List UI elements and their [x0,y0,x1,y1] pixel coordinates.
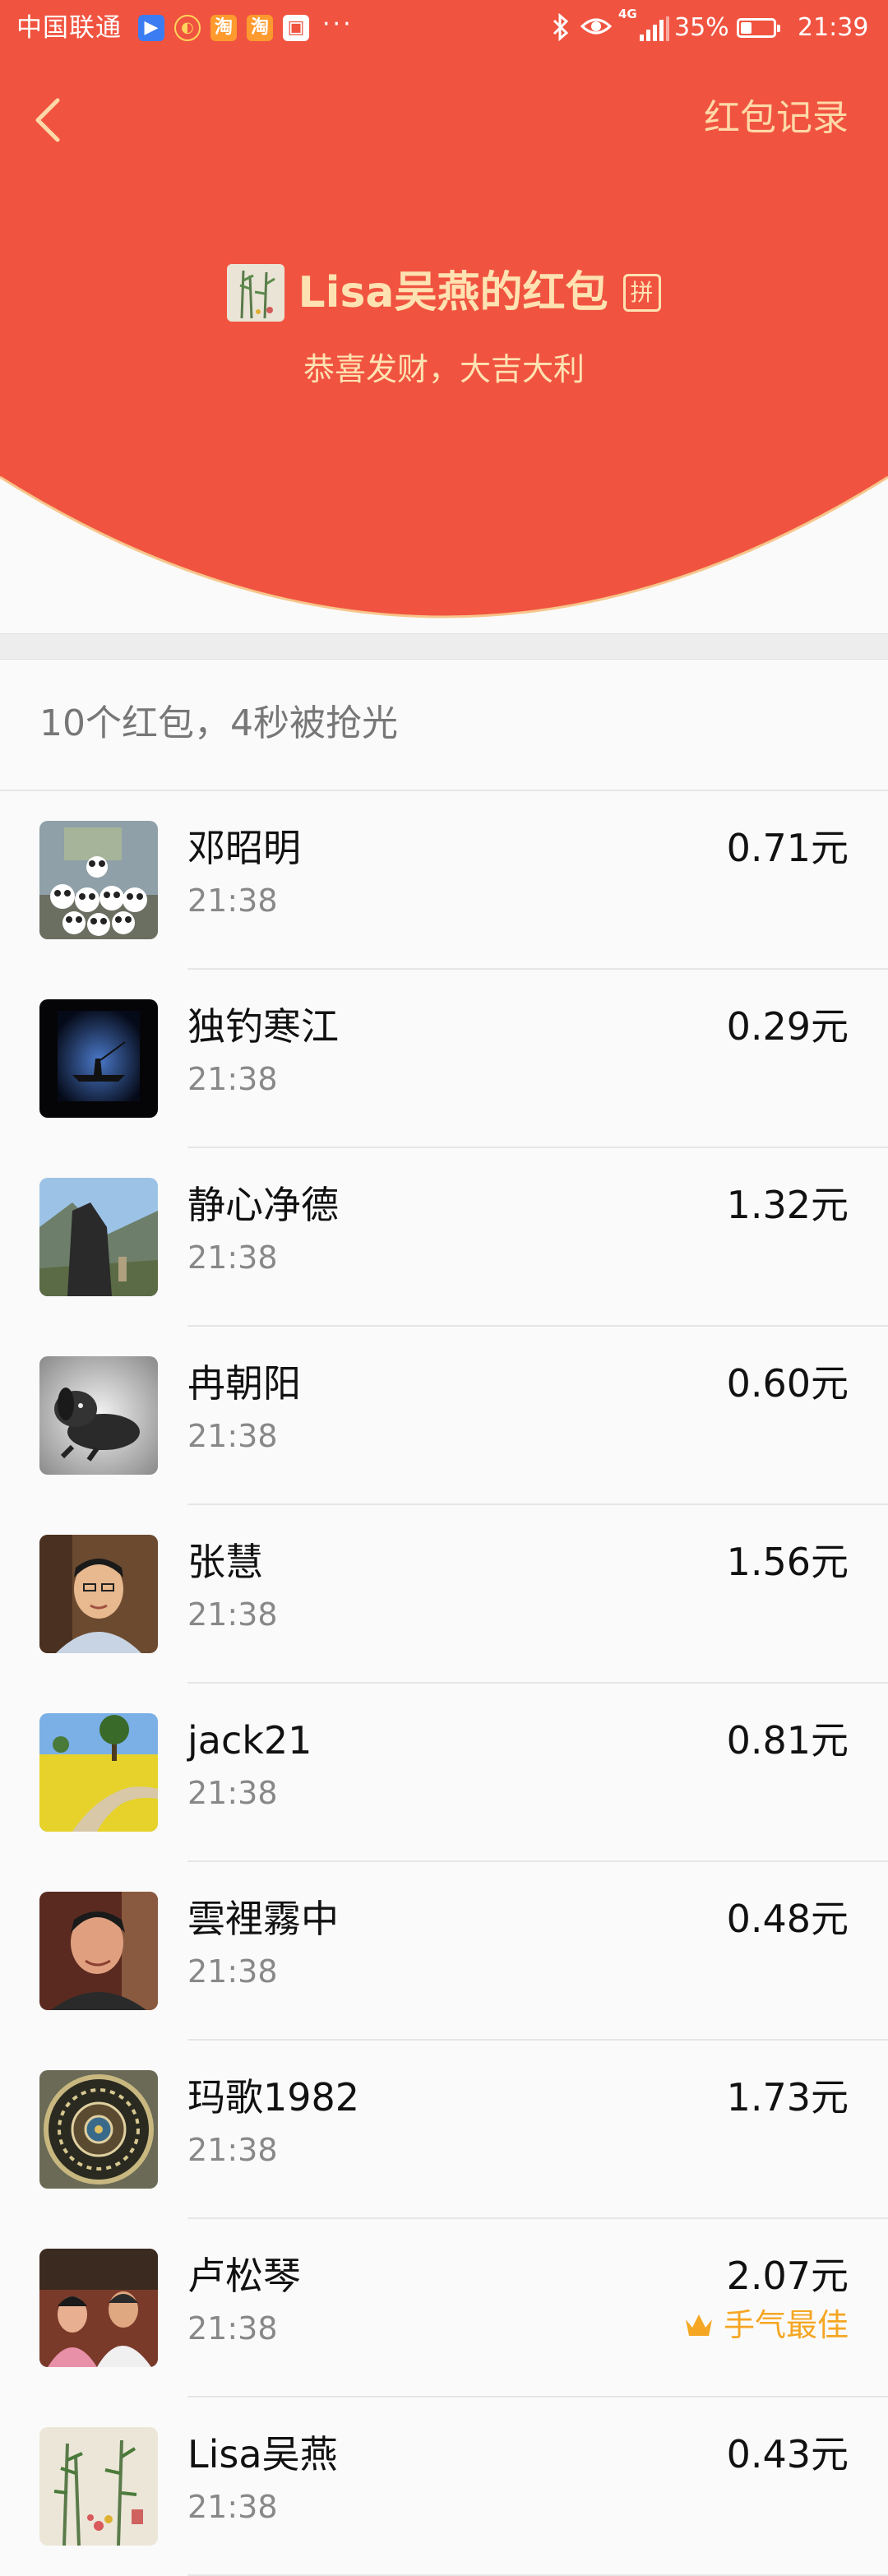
more-dots-icon: ··· [322,10,354,39]
list-item[interactable]: 雲裡霧中 21:38 0.48元 [0,1862,888,2041]
recipient-name: 独钓寒江 [187,1004,339,1049]
red-packet-records-link[interactable]: 红包记录 [704,95,849,141]
sender-avatar[interactable] [227,264,285,322]
receive-time: 21:38 [187,1239,278,1276]
avatar[interactable] [39,1356,158,1475]
list-item[interactable]: 独钓寒江 21:38 0.29元 [0,970,888,1148]
amount: 0.71元 [726,826,849,870]
list-item[interactable]: jack21 21:38 0.81元 [0,1684,888,1862]
amount: 0.60元 [726,1361,849,1406]
crown-icon [685,2314,712,2336]
avatar[interactable] [39,1713,158,1832]
eye-icon [580,18,612,35]
receive-time: 21:38 [187,883,278,919]
red-packet-header: 中国联通 ▶ ◐ 淘 淘 ▣ ··· 4G 35% 21:39 红包记录 Lis… [0,0,888,633]
receive-time: 21:38 [187,1953,278,1990]
amount: 0.43元 [726,2432,849,2476]
recipient-list: 邓昭明 21:38 0.71元 独钓寒江 21:38 0.29元 静心净德 21… [0,791,888,2576]
video-app-icon: ▶ [138,15,164,41]
list-item[interactable]: 静心净德 21:38 1.32元 [0,1148,888,1327]
taobao-app-icon: 淘 [247,15,273,41]
pin-badge: 拼 [622,274,661,312]
title-row: Lisa吴燕的红包 拼 [0,260,888,326]
list-item[interactable]: 邓昭明 21:38 0.71元 [0,791,888,970]
list-item[interactable]: Lisa吴燕 21:38 0.43元 [0,2398,888,2576]
recipient-name: 张慧 [187,1540,263,1584]
list-item[interactable]: 玛歌1982 21:38 1.73元 [0,2041,888,2219]
list-item[interactable]: 冉朝阳 21:38 0.60元 [0,1327,888,1505]
receive-time: 21:38 [187,1775,278,1811]
avatar[interactable] [39,1892,158,2010]
receive-time: 21:38 [187,1596,278,1633]
receive-time: 21:38 [187,2132,278,2168]
receive-time: 21:38 [187,1418,278,1454]
amount: 1.56元 [726,1540,849,1584]
amount: 1.73元 [726,2075,849,2120]
avatar[interactable] [39,2427,158,2546]
amount: 0.81元 [726,1718,849,1763]
network-type: 4G [618,7,637,21]
avatar[interactable] [39,2249,158,2367]
battery-icon [737,18,780,38]
avatar[interactable] [39,1178,158,1296]
recipient-name: 玛歌1982 [187,2075,360,2120]
amount: 0.48元 [726,1897,849,1941]
back-button[interactable] [23,86,72,151]
receive-time: 21:38 [187,2489,278,2525]
recipient-name: 卢松琴 [187,2254,301,2298]
summary-text: 10个红包，4秒被抢光 [39,702,398,744]
recipient-name: 冉朝阳 [187,1361,301,1406]
chat-app-icon: ◐ [174,15,201,41]
avatar[interactable] [39,999,158,1118]
best-luck-label: 手气最佳 [723,2307,849,2343]
recipient-name: Lisa吴燕 [187,2432,338,2476]
amount: 1.32元 [726,1183,849,1227]
signal-icon [640,16,669,41]
avatar[interactable] [39,1535,158,1653]
battery-fill [741,22,752,34]
recipient-name: 邓昭明 [187,826,301,870]
recipient-name: jack21 [187,1718,312,1763]
avatar[interactable] [39,821,158,939]
recipient-name: 雲裡霧中 [187,1897,339,1941]
taobao-app-icon: 淘 [210,15,237,41]
amount: 0.29元 [726,1004,849,1049]
red-packet-title: Lisa吴燕的红包 [298,268,608,317]
bluetooth-icon [553,13,569,41]
best-luck-badge: 手气最佳 [682,2305,849,2346]
chevron-left-icon [35,98,60,142]
section-divider [0,633,888,660]
avatar[interactable] [39,2070,158,2189]
amount: 2.07元 [726,2254,849,2298]
recipient-name: 静心净德 [187,1183,339,1227]
battery-percent: 35% [674,13,729,42]
list-item[interactable]: 张慧 21:38 1.56元 [0,1505,888,1684]
list-item[interactable]: 卢松琴 21:38 2.07元 手气最佳 [0,2219,888,2398]
red-packet-detail-screen: 中国联通 ▶ ◐ 淘 淘 ▣ ··· 4G 35% 21:39 红包记录 Lis… [0,0,888,2576]
blessing-text: 恭喜发财，大吉大利 [303,351,585,387]
carrier-label: 中国联通 [16,13,122,43]
gallery-app-icon: ▣ [283,15,309,41]
receive-time: 21:38 [187,2310,278,2347]
clock: 21:39 [798,13,869,42]
receive-time: 21:38 [187,1061,278,1097]
